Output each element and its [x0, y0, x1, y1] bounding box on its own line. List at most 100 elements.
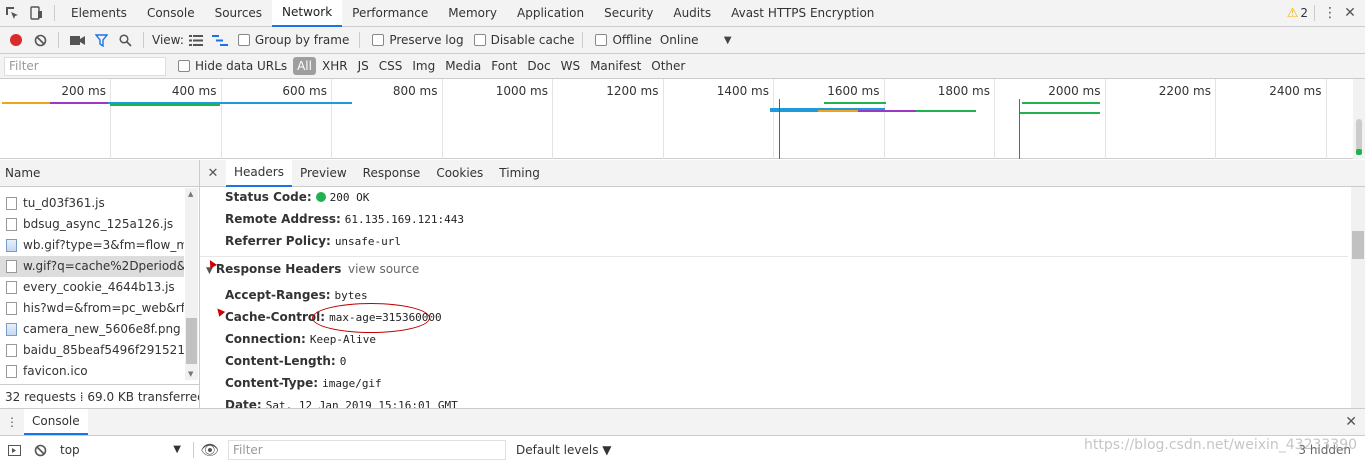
disable-cache-checkbox[interactable] — [473, 34, 486, 46]
search-button[interactable] — [113, 27, 137, 54]
header-key: Content-Length: — [225, 354, 336, 368]
context-select[interactable]: top ▼ — [52, 440, 187, 460]
drawer-menu-icon[interactable]: ⋮ — [0, 415, 24, 429]
group-by-frame-checkbox[interactable] — [237, 34, 250, 46]
tab-console-drawer[interactable]: Console — [24, 409, 88, 435]
header-value: 200 OK — [329, 191, 370, 204]
request-row[interactable]: bdsug_async_125a126.js — [0, 214, 184, 235]
timeline-gridline — [662, 79, 664, 159]
separator — [54, 5, 55, 21]
preserve-log-checkbox[interactable] — [372, 34, 385, 46]
file-icon — [6, 302, 17, 315]
type-filter-js[interactable]: JS — [354, 57, 373, 75]
separator — [1314, 5, 1315, 21]
timeline-gridline — [773, 79, 774, 159]
tab-security[interactable]: Security — [594, 0, 663, 27]
type-filter-font[interactable]: Font — [487, 57, 521, 75]
scroll-down-icon[interactable]: ▼ — [188, 370, 193, 378]
timeline-gridline — [552, 79, 553, 159]
request-summary: 32 requests ⁞ 69.0 KB transferred ... — [0, 384, 199, 408]
type-filter-other[interactable]: Other — [647, 57, 689, 75]
separator — [143, 32, 144, 48]
request-row[interactable]: favicon.ico — [0, 361, 184, 382]
warning-counter[interactable]: ⚠ 2 ⋮ ✕ — [1287, 0, 1365, 27]
request-list-scroll-thumb[interactable] — [186, 318, 197, 364]
close-devtools-icon[interactable]: ✕ — [1339, 0, 1361, 27]
request-row[interactable]: wb.gif?type=3&fm=flow_mon — [0, 235, 184, 256]
request-row[interactable]: camera_new_5606e8f.png — [0, 319, 184, 340]
tab-cookies[interactable]: Cookies — [428, 160, 491, 187]
tab-application[interactable]: Application — [507, 0, 594, 27]
section-divider — [200, 256, 1348, 257]
header-row: Accept-Ranges: bytes — [225, 288, 368, 302]
type-filter-all[interactable]: All — [293, 57, 316, 75]
request-row[interactable]: every_cookie_4644b13.js — [0, 277, 184, 298]
tab-memory[interactable]: Memory — [438, 0, 507, 27]
tab-performance[interactable]: Performance — [342, 0, 438, 27]
filter-input[interactable] — [4, 56, 166, 76]
tab-network[interactable]: Network — [272, 0, 343, 27]
timeline-bar — [1022, 102, 1100, 104]
type-filter-ws[interactable]: WS — [557, 57, 584, 75]
file-icon — [6, 344, 17, 357]
request-row[interactable]: baidu_85beaf5496f291521eb7 — [0, 340, 184, 361]
tab-elements[interactable]: Elements — [61, 0, 137, 27]
type-filter-css[interactable]: CSS — [375, 57, 407, 75]
header-key: Remote Address: — [225, 212, 341, 226]
request-list-scrollbar[interactable]: ▲ ▼ — [185, 188, 198, 380]
detail-scrollbar[interactable] — [1351, 187, 1365, 408]
detail-scroll-thumb[interactable] — [1352, 231, 1364, 259]
response-headers-toggle[interactable]: ▼ Response Headers — [206, 262, 341, 276]
show-sidebar-icon[interactable] — [0, 444, 28, 456]
tab-timing[interactable]: Timing — [491, 160, 548, 187]
filter-toggle-button[interactable] — [89, 27, 113, 54]
request-list: tu_d03f361.js bdsug_async_125a126.js wb.gi… — [0, 193, 199, 382]
header-row: Content-Type: image/gif — [225, 376, 382, 390]
hide-data-urls-checkbox[interactable] — [178, 60, 190, 72]
type-filter-xhr[interactable]: XHR — [318, 57, 352, 75]
tab-avast-https-encryption[interactable]: Avast HTTPS Encryption — [721, 0, 884, 27]
capture-screenshots-button[interactable] — [65, 27, 89, 54]
header-key: Accept-Ranges: — [225, 288, 331, 302]
live-expression-eye-icon[interactable]: 👁 — [200, 441, 220, 459]
tab-preview[interactable]: Preview — [292, 160, 355, 187]
timeline-overview[interactable]: 200 ms 400 ms 600 ms 800 ms 1000 ms 1200 ms 14… — [0, 79, 1365, 159]
inspect-element-icon[interactable] — [0, 0, 24, 27]
tab-response[interactable]: Response — [355, 160, 429, 187]
clear-button[interactable] — [28, 27, 52, 54]
type-filter-img[interactable]: Img — [408, 57, 439, 75]
offline-checkbox[interactable] — [595, 34, 608, 46]
more-options-icon[interactable]: ⋮ — [1321, 0, 1339, 27]
console-filter-input[interactable] — [228, 440, 506, 460]
type-filter-manifest[interactable]: Manifest — [586, 57, 645, 75]
record-button[interactable] — [4, 27, 28, 54]
tab-audits[interactable]: Audits — [663, 0, 721, 27]
tab-headers[interactable]: Headers — [226, 159, 292, 187]
close-detail-icon[interactable]: ✕ — [200, 166, 226, 181]
timeline-scrollbar[interactable] — [1353, 79, 1365, 159]
large-rows-toggle[interactable] — [184, 27, 208, 54]
separator — [359, 32, 361, 48]
type-filter-doc[interactable]: Doc — [523, 57, 554, 75]
request-row[interactable]: w.gif?q=cache%2Dperiod&fm — [0, 256, 184, 277]
log-levels-select[interactable]: Default levels ▼ — [516, 443, 612, 457]
request-row[interactable]: his?wd=&from=pc_web&rf=3 — [0, 298, 184, 319]
view-label: View: — [152, 33, 184, 47]
scroll-up-icon[interactable]: ▲ — [188, 190, 193, 198]
timeline-tick-label: 600 ms — [282, 84, 327, 98]
view-source-link[interactable]: view source — [348, 262, 419, 276]
dropdown-arrow-icon[interactable]: ▼ — [724, 35, 732, 46]
name-column-header[interactable]: Name — [0, 160, 199, 187]
device-toolbar-icon[interactable] — [24, 0, 48, 27]
clear-console-icon[interactable] — [28, 444, 52, 457]
close-drawer-icon[interactable]: ✕ — [1345, 414, 1357, 430]
timeline-gridline — [110, 79, 111, 159]
timeline-tick-label: 2200 ms — [1158, 84, 1211, 98]
tab-sources[interactable]: Sources — [205, 0, 272, 27]
tab-console[interactable]: Console — [137, 0, 205, 27]
type-filter-media[interactable]: Media — [441, 57, 485, 75]
throttling-select[interactable]: Online — [660, 33, 724, 47]
request-row[interactable]: tu_d03f361.js — [0, 193, 184, 214]
file-icon — [6, 260, 17, 273]
overview-toggle[interactable] — [208, 27, 232, 54]
